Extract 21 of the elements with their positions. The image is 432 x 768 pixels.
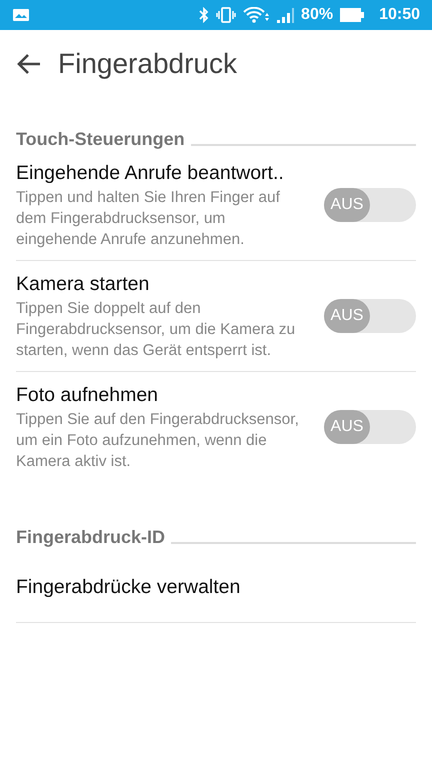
setting-title: Kamera starten xyxy=(16,272,150,297)
toggle-switch[interactable]: AUS xyxy=(324,188,416,222)
wifi-icon xyxy=(243,7,270,23)
setting-description: Tippen Sie doppelt auf den Fingerabdrucksensor, um die Kamera zu starten, wenn das Gerät entsperrt ist. xyxy=(16,299,296,361)
setting-title: Eingehende Anrufe beantwort.. xyxy=(16,161,285,186)
section-heading: Fingerabdruck-ID xyxy=(16,527,166,548)
signal-icon xyxy=(276,7,294,23)
setting-description: Tippen und halten Sie Ihren Finger auf dem Fingerabdrucksensor, um eingehende Anrufe anzunehmen. xyxy=(16,188,281,250)
clock-time: 10:50 xyxy=(379,6,420,24)
bluetooth-icon xyxy=(199,7,210,23)
vibrate-icon xyxy=(216,7,236,23)
section-heading: Touch-Steuerungen xyxy=(16,129,185,150)
toggle-switch[interactable]: AUS xyxy=(324,299,416,333)
setting-title: Fingerabdrücke verwalten xyxy=(16,575,242,600)
battery-icon xyxy=(340,8,364,22)
setting-description: Tippen Sie auf den Fingerabdrucksensor, um ein Foto aufzunehmen, wenn die Kamera aktiv ist. xyxy=(16,410,300,472)
battery-percentage: 80% xyxy=(301,6,334,24)
toggle-switch[interactable]: AUS xyxy=(324,410,416,444)
screen-title: Fingerabdruck xyxy=(58,48,237,80)
picture-icon xyxy=(12,8,30,22)
setting-title: Foto aufnehmen xyxy=(16,383,160,408)
